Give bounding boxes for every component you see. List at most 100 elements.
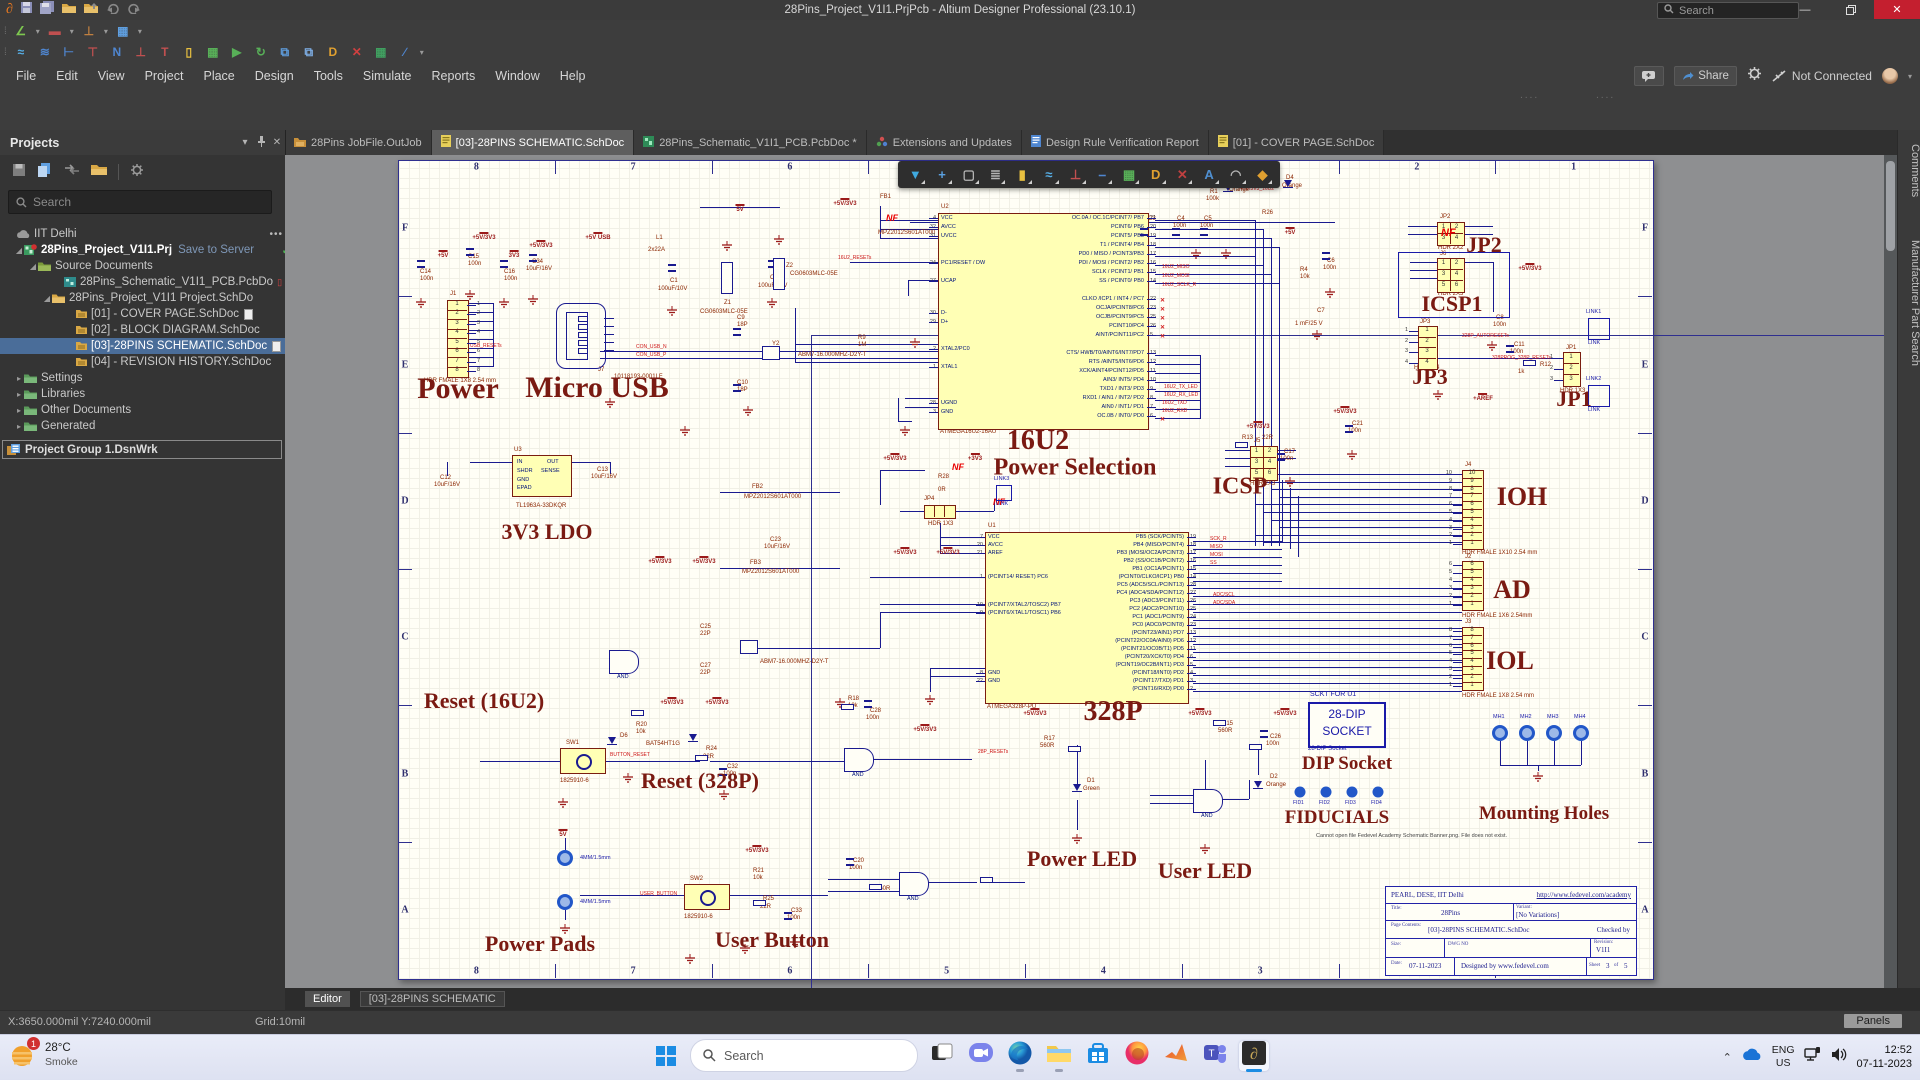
explorer-folder-icon[interactable] [91, 163, 107, 181]
more-options-dots[interactable]: ••• [269, 229, 283, 240]
toolbar-overflow-dots[interactable]: ∙∙∙∙ [1520, 92, 1539, 103]
place-pad-icon[interactable]: ◆ [1251, 165, 1273, 185]
close-button[interactable]: ✕ [1874, 0, 1920, 19]
refresh-icon[interactable] [64, 163, 80, 181]
menu-project[interactable]: Project [135, 64, 194, 88]
tool-8[interactable]: ▦ [204, 44, 222, 60]
clock[interactable]: 12:5207-11-2023 [1857, 1043, 1912, 1072]
tool-5[interactable]: ⊥ [132, 44, 150, 60]
tool-15[interactable]: ▦ [372, 44, 390, 60]
app-firefox[interactable] [1122, 1041, 1152, 1071]
tool-dropdown-caret[interactable]: ▾ [420, 48, 424, 57]
tool-dropdown-caret[interactable]: ▾ [70, 27, 74, 36]
tool-9[interactable]: ▶ [228, 44, 246, 60]
align-icon[interactable]: ≣ [984, 165, 1006, 185]
onedrive-icon[interactable] [1741, 1048, 1763, 1067]
tool-4[interactable]: N [108, 44, 126, 60]
tool-group-1[interactable]: ▬ [46, 23, 64, 39]
toolbar-grip[interactable]: ⁞ [4, 26, 6, 37]
tree-row[interactable]: IIT Delhi••• [0, 226, 291, 242]
restore-button[interactable] [1828, 0, 1874, 19]
tray-chevron[interactable]: ⌃ [1723, 1051, 1732, 1064]
projects-search-input[interactable]: Search [8, 190, 272, 214]
toolbar-grip[interactable]: ⁞ [4, 47, 6, 58]
place-wire-icon[interactable]: ≈ [1038, 165, 1060, 185]
tool-group-0[interactable]: ∠ [12, 23, 30, 39]
tool-1[interactable]: ≋ [36, 44, 54, 60]
user-avatar[interactable] [1882, 68, 1898, 84]
expanded-icon[interactable]: ◢ [14, 246, 24, 255]
global-search-input[interactable]: Search [1657, 2, 1799, 19]
filter-icon[interactable]: ▼ [904, 165, 926, 185]
menu-place[interactable]: Place [193, 64, 244, 88]
comment-button[interactable] [1634, 66, 1664, 86]
menu-design[interactable]: Design [245, 64, 304, 88]
tree-row[interactable]: ▸Generated [0, 418, 299, 434]
redo-icon[interactable] [127, 1, 141, 19]
tree-row[interactable]: ▸Settings [0, 370, 299, 386]
no-erc-icon[interactable]: ✕ [1171, 165, 1193, 185]
app-chat[interactable] [966, 1041, 996, 1071]
doc-tab[interactable]: Design Rule Verification Report [1022, 130, 1209, 155]
doc-tab[interactable]: Extensions and Updates [867, 130, 1022, 155]
scrollbar-thumb[interactable] [1886, 161, 1895, 251]
tool-13[interactable]: D [324, 44, 342, 60]
volume-icon[interactable] [1831, 1047, 1848, 1067]
tool-0[interactable]: ≈ [12, 44, 30, 60]
schematic-sheet[interactable] [398, 160, 1654, 980]
place-harness-icon[interactable]: D [1145, 165, 1167, 185]
menu-file[interactable]: File [6, 64, 46, 88]
panel-settings-gear-icon[interactable] [130, 163, 144, 182]
panel-dropdown-icon[interactable]: ▾ [237, 137, 253, 148]
move-icon[interactable]: + [931, 165, 953, 185]
doc-tab[interactable]: [01] - COVER PAGE.SchDoc [1209, 130, 1385, 155]
app-store[interactable] [1083, 1041, 1113, 1071]
tool-6[interactable]: T [156, 44, 174, 60]
tab-manufacturer-part-search[interactable]: Manufacturer Part Search [1898, 240, 1920, 366]
tab-comments[interactable]: Comments [1898, 144, 1920, 197]
panels-button[interactable]: Panels [1844, 1014, 1902, 1028]
app-taskview[interactable] [927, 1041, 957, 1071]
app-altium[interactable]: ∂ [1239, 1041, 1269, 1071]
avatar-dropdown-caret[interactable]: ▾ [1908, 72, 1912, 81]
panel-pin-icon[interactable] [253, 136, 269, 150]
app-matlab[interactable] [1161, 1041, 1191, 1071]
network-icon[interactable] [1804, 1047, 1822, 1067]
tool-dropdown-caret[interactable]: ▾ [104, 27, 108, 36]
place-sheet-icon[interactable]: ▦ [1118, 165, 1140, 185]
menu-view[interactable]: View [88, 64, 135, 88]
app-edge[interactable] [1005, 1041, 1035, 1071]
expanded-icon[interactable]: ◢ [42, 294, 52, 303]
panel-close-icon[interactable]: ✕ [269, 137, 285, 148]
editor-tab[interactable]: Editor [305, 991, 350, 1007]
collapsed-icon[interactable]: ▸ [14, 422, 24, 431]
tree-row[interactable]: ▸Other Documents [0, 402, 299, 418]
undo-icon[interactable] [106, 1, 120, 19]
tree-row[interactable]: ▸Libraries [0, 386, 299, 402]
tree-row[interactable]: ◢28Pins_Project_V1I1 Project.SchDo✓ [0, 290, 327, 306]
editor-doc-label[interactable]: [03]-28PINS SCHEMATIC [360, 991, 505, 1007]
tool-group-2[interactable]: ⊥ [80, 23, 98, 39]
tool-7[interactable]: ▯ [180, 44, 198, 60]
menu-simulate[interactable]: Simulate [353, 64, 422, 88]
compile-icon[interactable] [38, 163, 53, 182]
minimize-button[interactable]: — [1782, 0, 1828, 19]
tool-14[interactable]: ✕ [348, 44, 366, 60]
vertical-scrollbar[interactable] [1884, 155, 1897, 988]
menu-help[interactable]: Help [550, 64, 596, 88]
tool-10[interactable]: ↻ [252, 44, 270, 60]
doc-tab[interactable]: 28Pins_Schematic_V1I1_PCB.PcbDoc * [634, 130, 867, 155]
app-explorer[interactable] [1044, 1041, 1074, 1071]
tool-11[interactable]: ⧉ [276, 44, 294, 60]
menu-window[interactable]: Window [485, 64, 549, 88]
start-button[interactable] [651, 1041, 681, 1071]
toolbar-overflow-dots[interactable]: ∙∙∙∙ [1596, 92, 1615, 103]
place-arc-icon[interactable]: ◠ [1225, 165, 1247, 185]
place-text-icon[interactable]: A [1198, 165, 1220, 185]
taskbar-search[interactable]: Search [690, 1039, 918, 1072]
tool-dropdown-caret[interactable]: ▾ [138, 27, 142, 36]
save-icon[interactable] [20, 1, 33, 19]
doc-tab[interactable]: 28Pins JobFile.OutJob [285, 130, 432, 155]
language-indicator[interactable]: ENGUS [1772, 1044, 1795, 1070]
menu-tools[interactable]: Tools [304, 64, 353, 88]
